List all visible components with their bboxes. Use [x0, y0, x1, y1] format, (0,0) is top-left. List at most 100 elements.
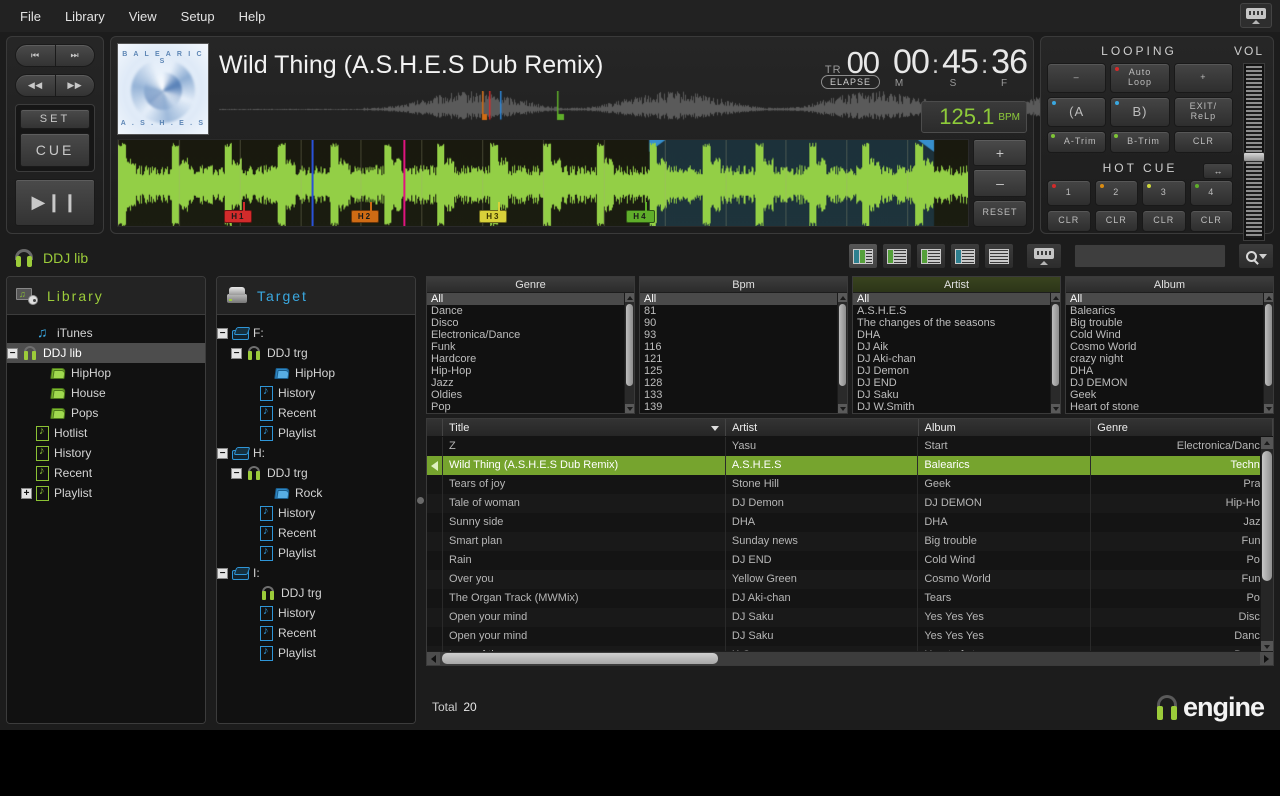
tree-expander[interactable]: −: [231, 347, 242, 359]
target-item-i-[interactable]: − I:: [217, 563, 415, 583]
filter-list-album[interactable]: All Balearics Big trouble Cold Wind Cosmo Wo…: [1066, 293, 1273, 413]
filter-header-artist[interactable]: Artist: [853, 277, 1060, 293]
exit-reloop-button[interactable]: EXIT/ ReLp: [1173, 97, 1233, 127]
filter-scrollbar[interactable]: [1263, 293, 1273, 413]
library-item-hotlist[interactable]: Hotlist: [7, 423, 205, 443]
filter-item[interactable]: 121: [640, 353, 847, 365]
filter-scroll-thumb[interactable]: [839, 304, 846, 386]
keyboard-toggle-button[interactable]: [1026, 243, 1062, 269]
filter-item[interactable]: Cold Wind: [1066, 329, 1273, 341]
search-button[interactable]: [1238, 243, 1274, 269]
library-item-pops[interactable]: Pops: [7, 403, 205, 423]
filter-item[interactable]: 133: [640, 389, 847, 401]
filter-scroll-down[interactable]: [838, 404, 847, 413]
table-row[interactable]: Open your mind DJ Saku Yes Yes Yes Dance: [427, 627, 1273, 646]
target-item-playlist[interactable]: Playlist: [217, 423, 415, 443]
table-row[interactable]: Over you Yellow Green Cosmo World Funk: [427, 570, 1273, 589]
filter-item[interactable]: All: [427, 293, 634, 305]
filter-item[interactable]: Jazz: [427, 377, 634, 389]
filter-scroll-thumb[interactable]: [1052, 304, 1059, 386]
waveform-zoom-in-button[interactable]: +: [973, 139, 1027, 167]
waveform-hotcue-h1[interactable]: H1: [224, 210, 253, 223]
rewind-button[interactable]: ◀◀: [15, 73, 55, 97]
hot-cue-clear-2[interactable]: CLR: [1094, 210, 1138, 232]
target-item-recent[interactable]: Recent: [217, 403, 415, 423]
target-item-hiphop[interactable]: HipHop: [217, 363, 415, 383]
table-row[interactable]: Sunny side DHA DHA Jazz: [427, 513, 1273, 532]
filter-item[interactable]: 128: [640, 377, 847, 389]
library-item-history[interactable]: History: [7, 443, 205, 463]
main-waveform[interactable]: H1 H2 H3 H4: [117, 139, 969, 227]
table-row[interactable]: Smart plan Sunday news Big trouble Funk: [427, 532, 1273, 551]
filter-item[interactable]: All: [1066, 293, 1273, 305]
tree-expander[interactable]: +: [21, 487, 32, 499]
library-item-itunes[interactable]: iTunes: [7, 323, 205, 343]
filter-list-bpm[interactable]: All 81 90 93 116 121 125 128 133 139: [640, 293, 847, 413]
table-row[interactable]: Z Yasu Start Electronica/Dance: [427, 437, 1273, 456]
menu-item-file[interactable]: File: [8, 4, 53, 29]
set-button[interactable]: SET: [20, 108, 90, 129]
filter-list-artist[interactable]: All A.S.H.E.S The changes of the seasons DH…: [853, 293, 1060, 413]
a-trim-button[interactable]: A-Trim: [1047, 131, 1107, 153]
filter-scroll-up[interactable]: [625, 293, 634, 302]
filter-item[interactable]: Balearics: [1066, 305, 1273, 317]
library-item-ddj-lib[interactable]: − DDJ lib: [7, 343, 205, 363]
tree-expander[interactable]: −: [231, 467, 242, 479]
tree-expander[interactable]: −: [217, 567, 228, 579]
filter-item[interactable]: Hip-Hop: [427, 365, 634, 377]
filter-item[interactable]: DHA: [1066, 365, 1273, 377]
target-item-h-[interactable]: − H:: [217, 443, 415, 463]
filter-item[interactable]: 81: [640, 305, 847, 317]
waveform-hotcue-h4[interactable]: H4: [626, 210, 655, 223]
filter-item[interactable]: DJ Aki-chan: [853, 353, 1060, 365]
filter-item[interactable]: DHA: [853, 329, 1060, 341]
scroll-right-button[interactable]: [1260, 651, 1273, 665]
keyboard-icon[interactable]: [1240, 3, 1272, 28]
filter-item[interactable]: Electronica/Dance: [427, 329, 634, 341]
column-header-title[interactable]: Title: [443, 419, 727, 436]
column-header-artist[interactable]: Artist: [726, 419, 919, 436]
filter-item[interactable]: Oldies: [427, 389, 634, 401]
filter-scrollbar[interactable]: [624, 293, 634, 413]
target-item-history[interactable]: History: [217, 603, 415, 623]
search-input[interactable]: [1074, 244, 1226, 268]
filter-item[interactable]: crazy night: [1066, 353, 1273, 365]
column-header-indicator[interactable]: [427, 419, 443, 436]
target-item-playlist[interactable]: Playlist: [217, 543, 415, 563]
table-row[interactable]: The Organ Track (MWMix) DJ Aki-chan Tears P…: [427, 589, 1273, 608]
filter-item[interactable]: DJ END: [853, 377, 1060, 389]
filter-header-album[interactable]: Album: [1066, 277, 1273, 293]
waveform-reset-button[interactable]: RESET: [973, 199, 1027, 227]
volume-slider[interactable]: [1243, 63, 1265, 241]
target-item-ddj-trg[interactable]: − DDJ trg: [217, 343, 415, 363]
waveform-hotcue-h3[interactable]: H3: [479, 210, 508, 223]
menu-item-setup[interactable]: Setup: [169, 4, 227, 29]
play-pause-button[interactable]: ▶❙❙: [15, 178, 95, 226]
loop-clear-button[interactable]: CLR: [1173, 131, 1233, 153]
scroll-up-button[interactable]: [1261, 437, 1273, 449]
tree-expander[interactable]: −: [7, 347, 18, 359]
library-item-house[interactable]: House: [7, 383, 205, 403]
hot-cue-clear-3[interactable]: CLR: [1142, 210, 1186, 232]
hot-cue-button-2[interactable]: 2: [1094, 180, 1138, 206]
scroll-left-button[interactable]: [427, 651, 440, 665]
loop-minus-button[interactable]: –: [1047, 63, 1107, 93]
target-item-history[interactable]: History: [217, 383, 415, 403]
tree-expander[interactable]: −: [217, 327, 228, 339]
filter-list-genre[interactable]: All Dance Disco Electronica/Dance Funk Hardco…: [427, 293, 634, 413]
fastforward-button[interactable]: ▶▶: [54, 73, 95, 97]
filter-scroll-up[interactable]: [1264, 293, 1273, 302]
filter-item[interactable]: 125: [640, 365, 847, 377]
menu-item-view[interactable]: View: [117, 4, 169, 29]
loop-plus-button[interactable]: +: [1173, 63, 1233, 93]
filter-scroll-down[interactable]: [1051, 404, 1060, 413]
filter-item[interactable]: Heart of stone: [1066, 401, 1273, 413]
target-item-ddj-trg[interactable]: − DDJ trg: [217, 463, 415, 483]
filter-item[interactable]: 93: [640, 329, 847, 341]
hot-cue-button-1[interactable]: 1: [1047, 180, 1091, 206]
volume-slider-handle[interactable]: [1243, 152, 1265, 162]
library-item-playlist[interactable]: + Playlist: [7, 483, 205, 503]
view-button-5[interactable]: [984, 243, 1014, 269]
b-trim-button[interactable]: B-Trim: [1110, 131, 1170, 153]
filter-scroll-up[interactable]: [838, 293, 847, 302]
